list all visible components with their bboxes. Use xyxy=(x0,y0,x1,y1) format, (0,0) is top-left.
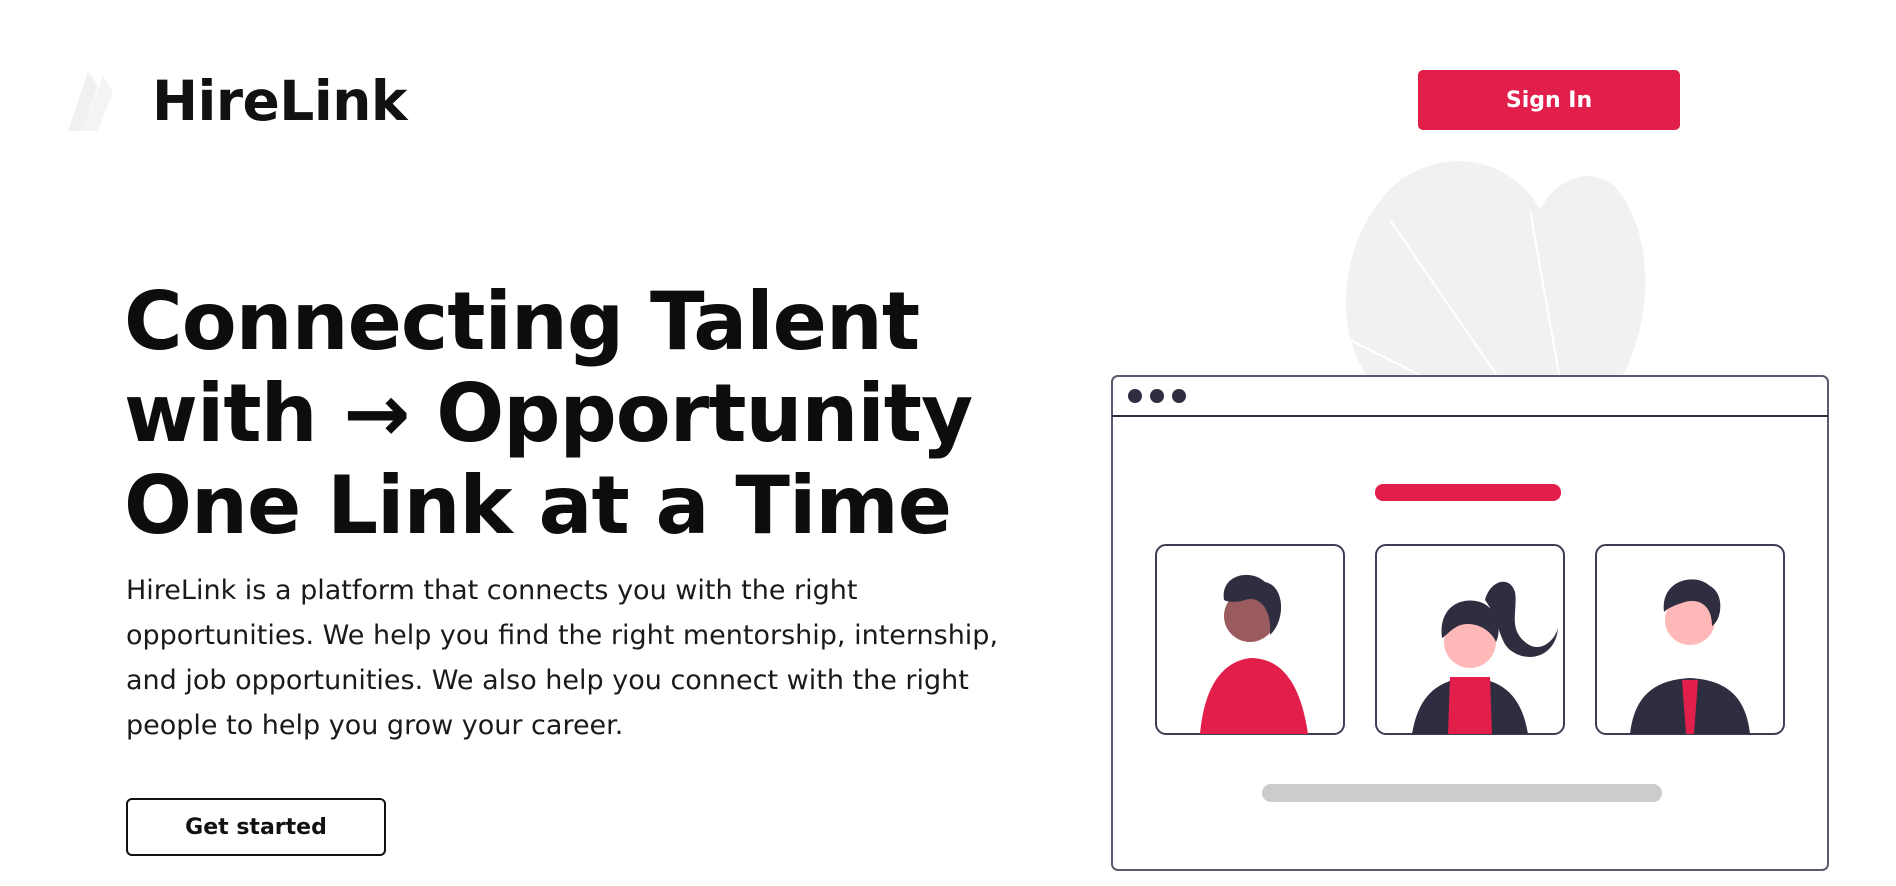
participant-card-3 xyxy=(1595,544,1785,735)
hero-title-line-2: with → Opportunity xyxy=(124,367,973,460)
get-started-button[interactable]: Get started xyxy=(126,798,386,856)
brand-logo[interactable]: HireLink xyxy=(58,66,407,136)
footer-bar-placeholder xyxy=(1262,784,1662,802)
participant-card-2 xyxy=(1375,544,1565,735)
title-bar-placeholder xyxy=(1375,484,1561,501)
sign-in-button[interactable]: Sign In xyxy=(1418,70,1680,130)
window-dot-icon xyxy=(1150,389,1164,403)
hero-title: Connecting Talent with → Opportunity One… xyxy=(124,275,973,552)
leaf-decoration xyxy=(1346,161,1646,381)
participant-card-1 xyxy=(1155,544,1345,735)
hero-title-line-3: One Link at a Time xyxy=(124,459,952,552)
window-dot-icon xyxy=(1128,389,1142,403)
video-call-illustration xyxy=(1111,161,1829,871)
window-dot-icon xyxy=(1172,389,1186,403)
brand-name: HireLink xyxy=(152,69,407,133)
hero-title-line-1: Connecting Talent xyxy=(124,275,920,368)
hirelink-logo-icon xyxy=(68,71,113,131)
landing-page: HireLink Sign In Connecting Talent with … xyxy=(0,0,1896,886)
hero-description: HireLink is a platform that connects you… xyxy=(126,575,999,741)
